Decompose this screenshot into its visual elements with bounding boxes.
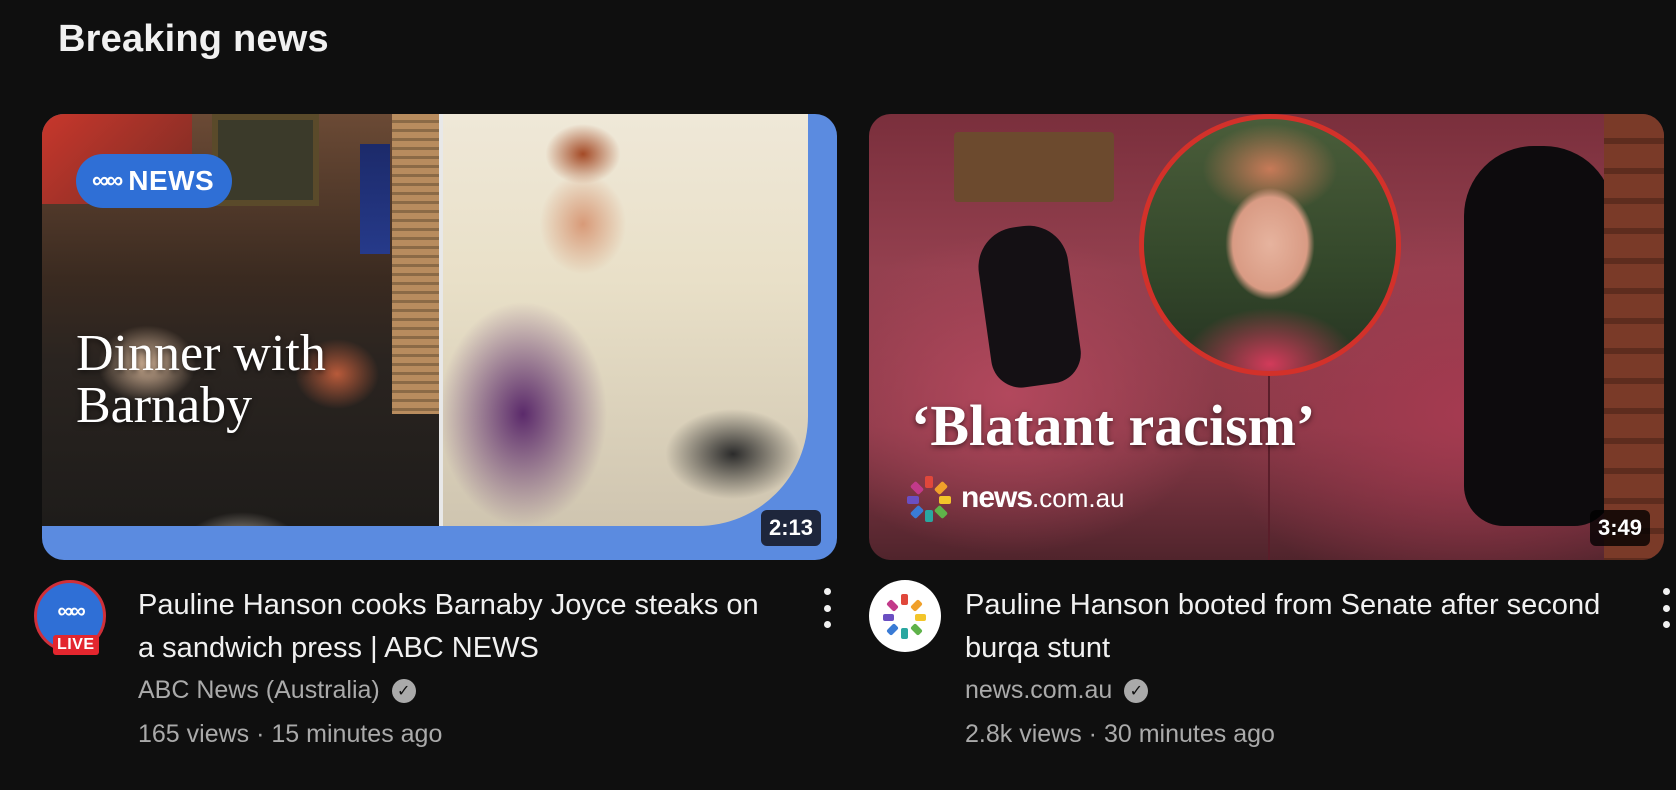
channel-avatar[interactable] (869, 580, 941, 652)
channel-name-row: ABC News (Australia) ✓ (138, 676, 416, 705)
figure-right (1464, 146, 1614, 526)
video-meta: ∞∞ LIVE Pauline Hanson cooks Barnaby Joy… (34, 580, 837, 760)
more-options-icon[interactable] (817, 588, 837, 628)
upload-age: 15 minutes ago (271, 720, 443, 748)
verified-icon: ✓ (391, 678, 416, 703)
news-com-au-logo-icon (907, 476, 951, 522)
channel-name[interactable]: news.com.au (965, 676, 1112, 705)
chamber-benches (1604, 114, 1664, 560)
brand-domain: .com.au (1032, 482, 1125, 513)
channel-avatar[interactable]: ∞∞ LIVE (34, 580, 106, 655)
video-card[interactable]: ‘Blatant racism’ news .com.au 3:49 Pauli… (869, 114, 1670, 760)
video-title[interactable]: Pauline Hanson booted from Senate after … (965, 584, 1605, 670)
window-blinds (392, 114, 440, 414)
thumbnail-overlay-quote: ‘Blatant racism’ (911, 393, 1316, 458)
view-count: 2.8k views (965, 720, 1082, 748)
video-meta: Pauline Hanson booted from Senate after … (869, 580, 1670, 760)
video-stats: 2.8k views · 30 minutes ago (965, 720, 1275, 749)
video-thumbnail[interactable]: ∞∞ NEWS Dinner with Barnaby 2:13 (42, 114, 837, 560)
abc-logo-icon: ∞∞ (92, 167, 123, 194)
abc-logo-icon: ∞∞ (57, 598, 85, 623)
more-options-icon[interactable] (1656, 588, 1676, 628)
video-card[interactable]: ∞∞ NEWS Dinner with Barnaby 2:13 ∞∞ LIVE… (34, 114, 837, 760)
news-com-au-logo-icon (883, 594, 927, 639)
upload-age: 30 minutes ago (1103, 720, 1275, 748)
overlay-line-1: Dinner with (76, 325, 326, 382)
channel-name-row: news.com.au ✓ (965, 676, 1149, 705)
overlay-line-2: Barnaby (76, 377, 253, 434)
portrait-inset (1139, 114, 1401, 376)
view-count: 165 views (138, 720, 250, 748)
verified-icon: ✓ (1124, 678, 1149, 703)
channel-name[interactable]: ABC News (Australia) (138, 676, 380, 705)
senate-desk (954, 132, 1114, 202)
thumbnail-overlay-text: Dinner with Barnaby (76, 328, 326, 432)
badge-text: NEWS (128, 165, 215, 196)
abc-news-badge: ∞∞ NEWS (76, 154, 233, 208)
figure-left (973, 220, 1085, 392)
news-com-au-watermark: news .com.au (907, 476, 1125, 522)
separator: · (256, 720, 265, 748)
brand-main: news (961, 481, 1033, 514)
duration-badge: 3:49 (1589, 510, 1650, 546)
duration-badge: 2:13 (760, 510, 821, 546)
flag (360, 144, 390, 254)
section-title: Breaking news (58, 18, 329, 60)
thumbnail-photo-right (443, 114, 808, 526)
separator: · (1088, 720, 1097, 748)
live-badge: LIVE (53, 635, 99, 655)
video-thumbnail[interactable]: ‘Blatant racism’ news .com.au 3:49 (869, 114, 1664, 560)
video-stats: 165 views · 15 minutes ago (138, 720, 442, 749)
video-title[interactable]: Pauline Hanson cooks Barnaby Joyce steak… (138, 584, 768, 670)
